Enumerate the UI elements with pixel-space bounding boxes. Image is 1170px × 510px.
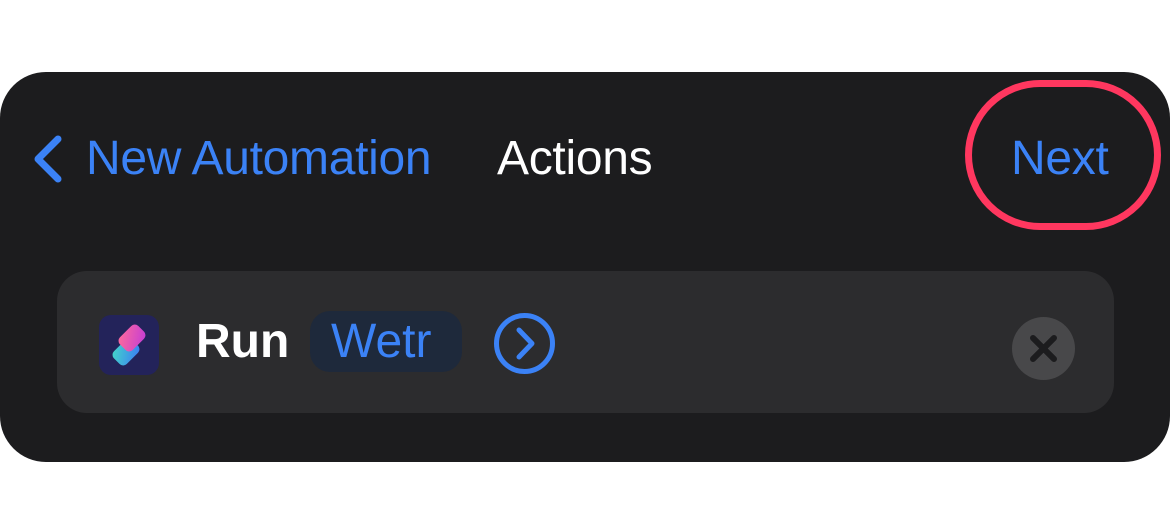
back-button-label: New Automation — [86, 132, 432, 185]
next-button-highlight-annotation — [965, 80, 1161, 230]
chevron-left-icon — [34, 135, 62, 183]
xmark-circle-icon[interactable] — [1012, 317, 1075, 380]
shortcuts-app-icon — [99, 315, 159, 375]
action-verb: Run — [196, 315, 290, 368]
shortcut-parameter-label[interactable]: Wetr — [331, 312, 431, 372]
page-title: Actions — [497, 132, 653, 185]
chevron-right-circle-icon[interactable] — [493, 312, 556, 375]
back-button[interactable]: New Automation — [30, 130, 432, 188]
